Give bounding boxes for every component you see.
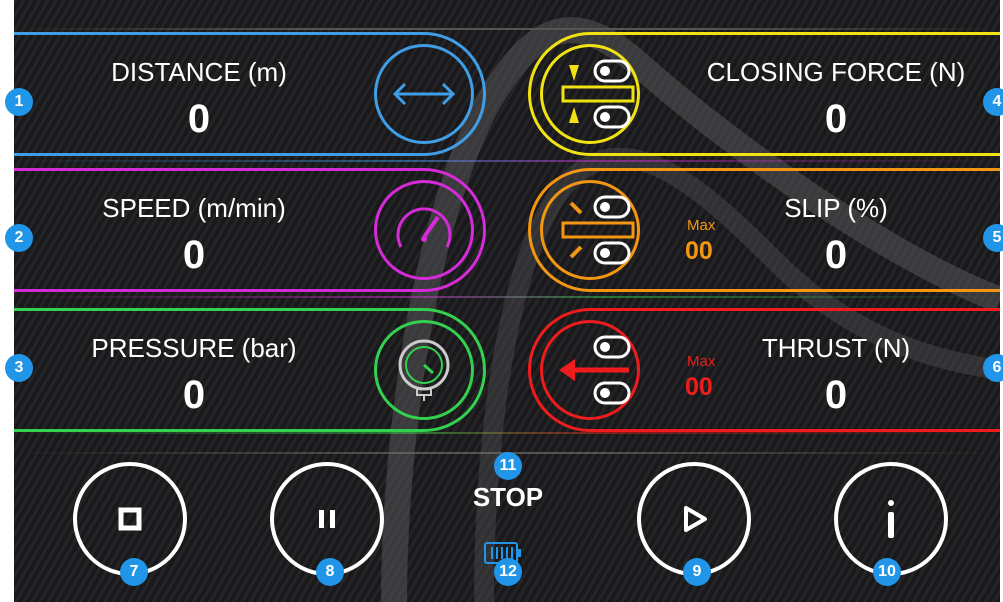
pause-icon xyxy=(319,510,335,528)
thrust-label: THRUST (N) xyxy=(761,333,911,363)
speed-value: 0 xyxy=(182,233,206,277)
speedometer-icon xyxy=(374,180,474,280)
callout-badge: 2 xyxy=(5,224,33,252)
speed-panel[interactable]: SPEED (m/min) 0 xyxy=(14,168,486,292)
pressure-value: 0 xyxy=(182,373,206,417)
thrust-value: 0 xyxy=(824,373,848,417)
callout-badge: 8 xyxy=(316,558,344,586)
pressure-label: PRESSURE (bar) xyxy=(91,333,297,363)
status-text: STOP xyxy=(472,482,544,512)
play-icon xyxy=(684,506,707,532)
distance-panel[interactable]: DISTANCE (m) 0 xyxy=(14,32,486,156)
slip-value: 0 xyxy=(824,233,848,277)
callout-badge: 12 xyxy=(494,558,522,586)
callout-badge: 5 xyxy=(983,224,1003,252)
closing-force-icon xyxy=(540,44,640,144)
callout-badge: 6 xyxy=(983,354,1003,382)
slip-icon xyxy=(540,180,640,280)
closing-force-value: 0 xyxy=(824,97,848,141)
distance-label: DISTANCE (m) xyxy=(111,57,287,87)
pressure-gauge-icon xyxy=(374,320,474,420)
callout-badge: 3 xyxy=(5,354,33,382)
double-arrow-icon xyxy=(374,44,474,144)
speed-label: SPEED (m/min) xyxy=(102,193,286,223)
callout-badge: 7 xyxy=(120,558,148,586)
stop-icon xyxy=(118,507,142,531)
slip-panel[interactable]: Max 00 SLIP (%) 0 xyxy=(528,168,1000,292)
callout-badge: 9 xyxy=(683,558,711,586)
thrust-panel[interactable]: Max 00 THRUST (N) 0 xyxy=(528,308,1000,432)
divider xyxy=(14,296,1000,298)
divider xyxy=(14,432,1000,434)
slip-label: SLIP (%) xyxy=(784,193,888,223)
closing-force-label: CLOSING FORCE (N) xyxy=(706,57,966,87)
callout-badge: 1 xyxy=(5,88,33,116)
slip-max-value: 00 xyxy=(685,237,713,265)
pressure-panel[interactable]: PRESSURE (bar) 0 xyxy=(14,308,486,432)
callout-badge: 11 xyxy=(494,452,522,480)
divider xyxy=(14,160,1000,162)
slip-max-label: Max xyxy=(687,217,716,234)
distance-value: 0 xyxy=(187,97,211,141)
thrust-icon xyxy=(540,320,640,420)
closing-force-panel[interactable]: CLOSING FORCE (N) 0 xyxy=(528,32,1000,156)
info-icon xyxy=(888,500,894,538)
thrust-max-value: 00 xyxy=(685,373,713,401)
dashboard-screen: DISTANCE (m) 0 SPEED (m/min) 0 PRESSURE … xyxy=(14,0,1000,602)
thrust-max-label: Max xyxy=(687,353,716,370)
divider xyxy=(14,28,1000,30)
callout-badge: 10 xyxy=(873,558,901,586)
callout-badge: 4 xyxy=(983,88,1003,116)
